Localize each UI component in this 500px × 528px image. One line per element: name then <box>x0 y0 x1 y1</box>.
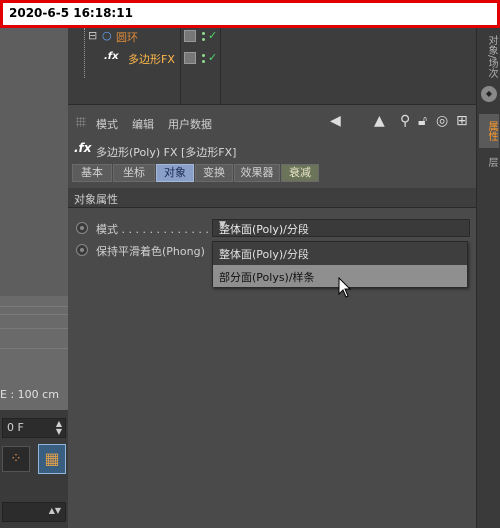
target-icon[interactable]: ◎ <box>436 113 448 129</box>
chevron-down-icon: ▼ <box>219 220 226 230</box>
tab-objects[interactable]: 对象/场次 <box>479 32 499 82</box>
stepper-arrows-icon[interactable]: ▲▼ <box>56 420 62 436</box>
tab-falloff[interactable]: 衰减 <box>281 164 319 182</box>
object-name[interactable]: 圆环 <box>116 29 138 45</box>
tab-transform[interactable]: 变换 <box>195 164 233 182</box>
tab-effectors[interactable]: 效果器 <box>234 164 280 182</box>
side-tab-bar: 对象/场次 ◆ 属性 层 <box>476 28 500 528</box>
search-icon[interactable]: ⚲ <box>400 113 410 129</box>
floor-line <box>0 306 68 307</box>
object-name[interactable]: 多边形FX <box>128 51 175 67</box>
object-title-text: 多边形(Poly) FX [多边形FX] <box>96 146 237 159</box>
circle-icon: ○ <box>102 29 112 42</box>
attributes-menubar: 模式 编辑 用户数据 ◀ ▲ ⚲ 🔓︎ ◎ ⊞ <box>68 113 476 133</box>
menu-edit[interactable]: 编辑 <box>132 116 154 132</box>
tab-coord[interactable]: 坐标 <box>113 164 155 182</box>
fx-icon: .fx <box>74 141 92 155</box>
menu-user-data[interactable]: 用户数据 <box>168 116 212 132</box>
fx-icon: .fx <box>104 51 119 62</box>
tab-basic[interactable]: 基本 <box>72 164 112 182</box>
property-label: 模式 . . . . . . . . . . . . . . . <box>96 223 223 236</box>
tree-expand-icon[interactable]: ⊟ <box>88 29 97 42</box>
mouse-cursor-icon <box>338 277 352 298</box>
keyframe-grid-icon[interactable]: ⁘ <box>2 446 30 472</box>
animate-radio-icon[interactable] <box>76 222 88 234</box>
timeline-dropdown[interactable]: ▲▼ <box>2 502 66 522</box>
property-row-mode: 模式 . . . . . . . . . . . . . . . 整体面(Pol… <box>68 218 476 238</box>
editor-visibility-dot[interactable] <box>202 32 205 35</box>
timestamp-banner: 2020-6-5 16:18:11 <box>0 0 500 28</box>
viewport-3d[interactable]: E : 100 cm <box>0 28 68 410</box>
object-row[interactable]: .fx 多边形FX ✓ <box>68 50 476 68</box>
visibility-box[interactable] <box>184 52 196 64</box>
floor-line <box>0 328 68 329</box>
floor-line <box>0 348 68 349</box>
dropdown-option[interactable]: 整体面(Poly)/分段 <box>213 242 467 264</box>
film-strip-icon[interactable]: ▦ <box>38 444 66 474</box>
stepper-arrows-icon[interactable]: ▲▼ <box>49 506 61 515</box>
enabled-check-icon[interactable]: ✓ <box>208 51 217 64</box>
timestamp-text: 2020-6-5 16:18:11 <box>9 6 133 20</box>
enabled-check-icon[interactable]: ✓ <box>208 29 217 42</box>
timeline-panel: 0 F ▲ ▼ ⁘ ▦ ▲▼ <box>0 410 68 528</box>
floor-line <box>0 314 68 315</box>
editor-visibility-dot[interactable] <box>202 54 205 57</box>
attributes-panel: 模式 编辑 用户数据 ◀ ▲ ⚲ 🔓︎ ◎ ⊞ .fx 多边形(Poly) FX… <box>68 104 476 528</box>
new-panel-icon[interactable]: ⊞ <box>456 113 468 129</box>
tab-layers[interactable]: 层 <box>479 152 499 172</box>
lock-icon[interactable]: 🔓︎ <box>418 113 427 129</box>
tab-object[interactable]: 对象 <box>156 164 194 182</box>
menu-mode[interactable]: 模式 <box>96 116 118 132</box>
animate-radio-icon[interactable] <box>76 244 88 256</box>
section-header: 对象属性 <box>68 188 476 208</box>
visibility-box[interactable] <box>184 30 196 42</box>
render-visibility-dot[interactable] <box>202 38 205 41</box>
property-label: 保持平滑着色(Phong) <box>96 245 205 258</box>
collapse-icon[interactable]: ◆ <box>481 86 497 102</box>
forward-arrow-icon[interactable]: ▲ <box>374 113 385 129</box>
tab-attributes[interactable]: 属性 <box>479 114 499 148</box>
frame-value: 0 F <box>7 421 24 434</box>
back-arrow-icon[interactable]: ◀ <box>330 113 341 129</box>
object-manager: ⊟ ○ 圆环 ✓ .fx 多边形FX ✓ <box>68 28 476 104</box>
section-title: 对象属性 <box>74 193 118 206</box>
frame-input[interactable]: 0 F ▲ ▼ <box>2 418 66 438</box>
render-visibility-dot[interactable] <box>202 60 205 63</box>
grid-scale-label: E : 100 cm <box>0 388 59 401</box>
mode-select[interactable]: 整体面(Poly)/分段 ▼ <box>212 219 470 237</box>
object-row[interactable]: ⊟ ○ 圆环 ✓ <box>68 28 476 46</box>
grip-icon[interactable] <box>76 117 86 127</box>
